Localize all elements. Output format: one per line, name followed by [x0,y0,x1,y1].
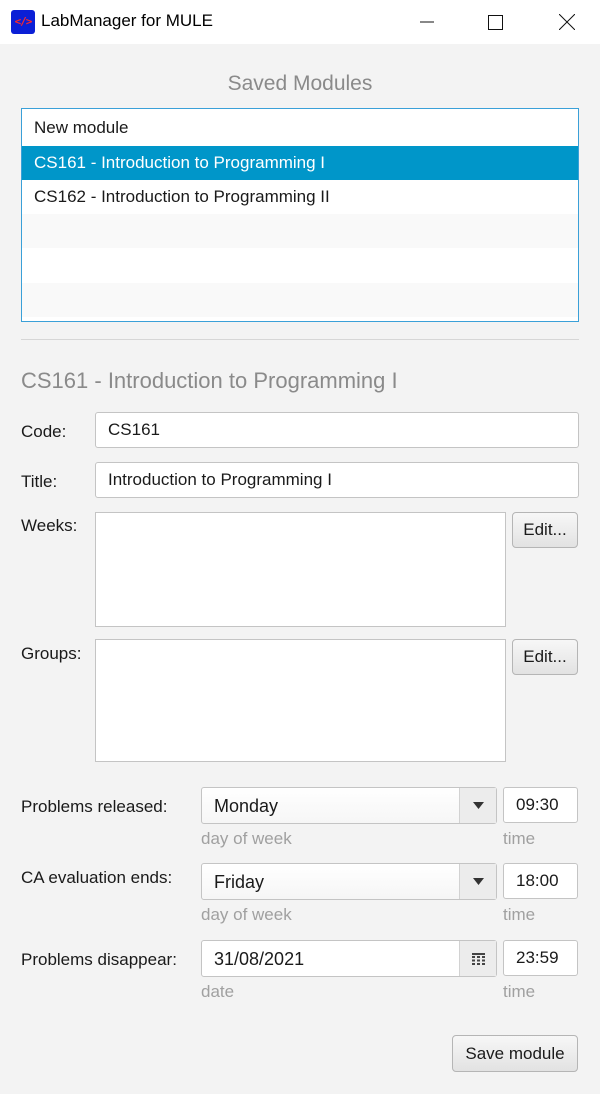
selected-day: Friday [214,872,265,892]
time-hint: time [503,982,536,1001]
list-item-empty [22,249,578,283]
weeks-label: Weeks: [21,516,78,535]
saved-modules-list[interactable]: New module CS161 - Introduction to Progr… [21,108,579,322]
title-bar: </> LabManager for MULE [0,0,600,44]
list-item-cs162[interactable]: CS162 - Introduction to Programming II [22,180,578,214]
weeks-list[interactable] [95,512,506,627]
groups-edit-button[interactable]: Edit... [512,639,578,675]
weeks-edit-button[interactable]: Edit... [512,512,578,548]
date-hint: date [201,982,235,1001]
problems-disappear-time-field[interactable]: 23:59 [503,940,578,976]
minimize-button[interactable] [398,0,456,44]
time-hint: time [503,905,536,924]
title-label: Title: [21,472,58,491]
calendar-icon[interactable] [459,941,496,976]
problems-disappear-label: Problems disappear: [21,950,177,969]
app-code-icon: </> [11,10,35,34]
code-label: Code: [21,422,67,441]
close-icon [559,14,575,30]
list-item-empty [22,214,578,248]
saved-modules-heading: Saved Modules [227,72,373,95]
groups-label: Groups: [21,644,82,663]
problems-released-time-field[interactable]: 09:30 [503,787,578,823]
problems-released-label: Problems released: [21,797,168,816]
ca-evaluation-day-select[interactable]: Friday [201,863,497,900]
minimize-icon [420,21,434,23]
maximize-button[interactable] [466,0,524,44]
list-item-empty [22,283,578,317]
maximize-icon [487,14,503,30]
module-heading: CS161 - Introduction to Programming I [21,368,398,393]
title-field[interactable]: Introduction to Programming I [95,462,579,498]
problems-disappear-date-picker[interactable]: 31/08/2021 [201,940,497,977]
groups-list[interactable] [95,639,506,762]
day-of-week-hint: day of week [201,829,292,848]
ca-evaluation-time-field[interactable]: 18:00 [503,863,578,899]
selected-day: Monday [214,796,279,816]
dropdown-arrow-icon[interactable] [459,864,496,899]
list-item-cs161[interactable]: CS161 - Introduction to Programming I [22,146,578,180]
ca-evaluation-ends-label: CA evaluation ends: [21,868,173,887]
window-title: LabManager for MULE [41,11,213,30]
time-hint: time [503,829,536,848]
dropdown-arrow-icon[interactable] [459,788,496,823]
divider [21,339,579,340]
problems-released-day-select[interactable]: Monday [201,787,497,824]
close-button[interactable] [538,0,596,44]
list-item-new-module[interactable]: New module [22,111,578,145]
day-of-week-hint: day of week [201,905,292,924]
code-field[interactable]: CS161 [95,412,579,448]
selected-date: 31/08/2021 [214,949,305,969]
save-module-button[interactable]: Save module [452,1035,578,1072]
